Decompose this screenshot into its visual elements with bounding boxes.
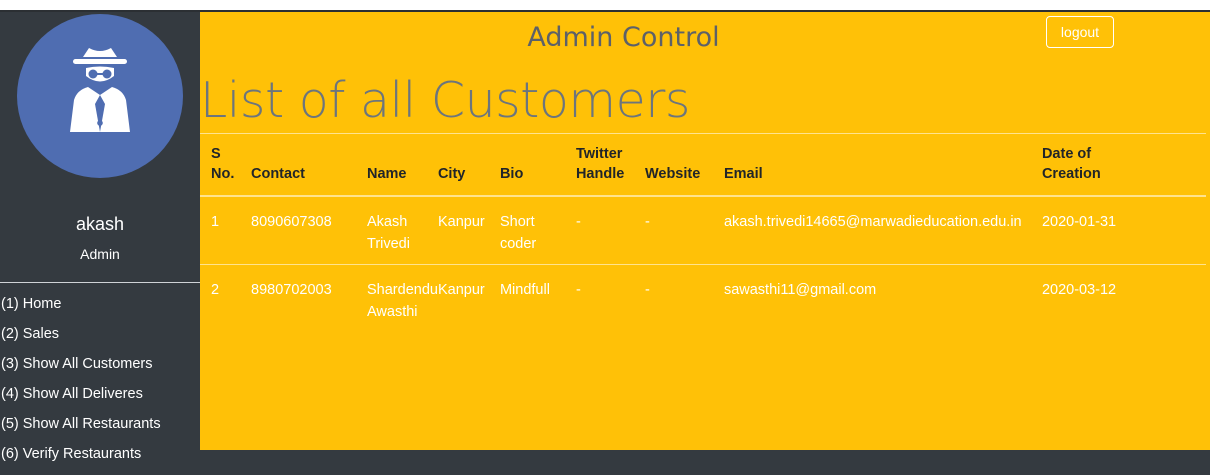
- table-header-row: S No. Contact Name City Bio Twitter Handle…: [200, 133, 1206, 197]
- logout-button[interactable]: logout: [1046, 16, 1114, 48]
- page-title: List of all Customers: [200, 72, 690, 129]
- profile-name: akash: [75, 214, 125, 234]
- incognito-agent-icon: [70, 48, 130, 132]
- col-header-sno: S No.: [200, 133, 251, 197]
- cell-name: Akash Trivedi: [367, 196, 438, 265]
- sidebar-item-sales[interactable]: (2) Sales: [0, 325, 161, 355]
- sidebar-item-show-all-restaurants[interactable]: (5) Show All Restaurants: [0, 415, 161, 445]
- cell-sno: 2: [211, 282, 220, 298]
- cell-city: Kanpur: [437, 282, 485, 298]
- sidebar-divider: [0, 282, 201, 283]
- table-row: 2 8980702003 Shardendu Awasthi Kanpur Min…: [200, 265, 1206, 333]
- cell-date: 2020-01-31: [1041, 196, 1206, 265]
- sidebar-nav: (1) Home (2) Sales (3) Show All Customer…: [0, 295, 161, 475]
- sidebar-item-home[interactable]: (1) Home: [0, 295, 161, 325]
- sidebar-item-show-all-deliveres[interactable]: (4) Show All Deliveres: [0, 385, 161, 415]
- col-header-name: Name: [367, 133, 438, 197]
- avatar: [17, 14, 183, 178]
- header-title: Admin Control: [527, 22, 720, 53]
- cell-bio: Short coder: [499, 196, 576, 265]
- main-panel: Admin Control logout List of all Custome…: [200, 12, 1210, 450]
- sidebar-item-show-all-customers[interactable]: (3) Show All Customers: [0, 355, 161, 385]
- cell-city: Kanpur: [437, 196, 500, 265]
- col-header-date: Date of Creation: [1041, 133, 1206, 197]
- col-header-website: Website: [644, 133, 724, 197]
- col-header-email: Email: [723, 133, 1042, 197]
- cell-sno: 1: [200, 196, 251, 265]
- cell-name: Shardendu Awasthi: [367, 282, 438, 320]
- col-header-twitter: Twitter Handle: [575, 133, 645, 197]
- cell-website: -: [644, 282, 650, 298]
- cell-email: akash.trivedi14665@marwadieducation.edu.…: [723, 196, 1042, 265]
- cell-bio: Mindfull: [499, 282, 550, 298]
- cell-contact: 8090607308: [251, 196, 367, 265]
- cell-twitter: -: [575, 282, 581, 298]
- customers-table: S No. Contact Name City Bio Twitter Handle…: [200, 133, 1206, 332]
- avatar-circle: [17, 14, 183, 178]
- col-header-city: City: [437, 133, 500, 197]
- profile-role: Admin: [80, 246, 120, 262]
- cell-email: sawasthi11@gmail.com: [723, 282, 877, 298]
- cell-date: 2020-03-12: [1041, 282, 1117, 298]
- cell-contact: 8980702003: [251, 282, 332, 298]
- cell-website: -: [644, 196, 724, 265]
- sidebar: akash Admin (1) Home (2) Sales (3) Show …: [0, 12, 201, 462]
- col-header-bio: Bio: [499, 133, 576, 197]
- col-header-contact: Contact: [251, 133, 367, 197]
- cell-twitter: -: [575, 196, 645, 265]
- table-row: 1 8090607308 Akash Trivedi Kanpur Short co…: [200, 196, 1206, 265]
